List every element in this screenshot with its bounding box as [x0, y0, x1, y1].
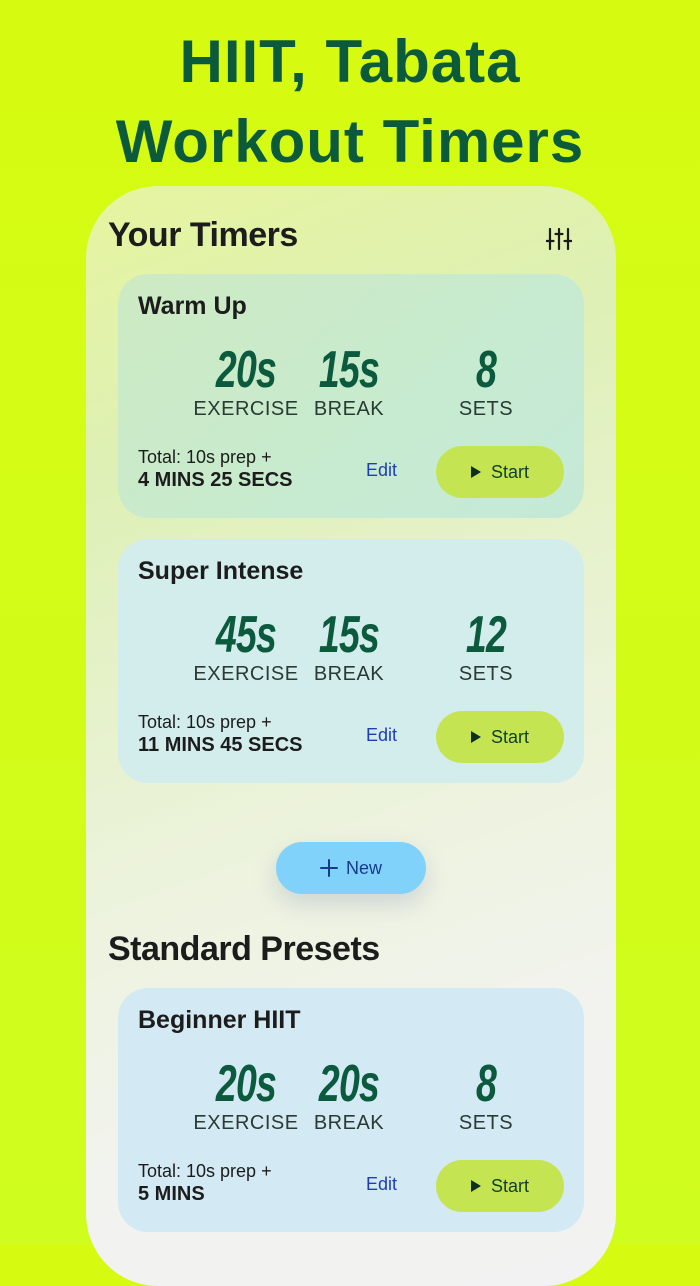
sets-stat: 8 SETS — [411, 1052, 561, 1135]
start-label: Start — [490, 1175, 529, 1196]
sliders-icon — [546, 227, 572, 251]
total-duration-value: 5 MINS — [138, 1183, 205, 1205]
timer-card-warm-up: Warm Up 20s EXERCISE 15s BREAK 8 SETS To… — [118, 274, 584, 518]
total-duration-value: 11 MINS 45 SECS — [138, 734, 303, 756]
edit-button[interactable]: Edit — [366, 725, 397, 746]
preset-card-title: Beginner HIIT — [138, 1006, 301, 1034]
total-duration: Total: 10s prep + 5 MINS — [138, 1160, 272, 1206]
new-timer-button[interactable]: New — [276, 842, 426, 894]
preset-card-beginner-hiit: Beginner HIIT 20s EXERCISE 20s BREAK 8 S… — [118, 988, 584, 1232]
total-prep-text: Total: 10s prep + — [138, 1161, 272, 1181]
play-icon — [470, 731, 481, 743]
phone-screen: Your Timers Warm Up 20s EXERCISE 15s BRE… — [86, 186, 616, 1286]
play-icon — [470, 466, 481, 478]
total-duration: Total: 10s prep + 4 MINS 25 SECS — [138, 446, 293, 492]
sets-value: 12 — [465, 606, 507, 664]
sets-value: 8 — [475, 341, 497, 399]
break-value: 15s — [318, 341, 380, 399]
break-stat: 15s BREAK — [274, 603, 424, 686]
edit-button[interactable]: Edit — [366, 1174, 397, 1195]
timer-card-title: Warm Up — [138, 292, 247, 320]
standard-presets-title: Standard Presets — [108, 930, 380, 968]
total-prep-text: Total: 10s prep + — [138, 712, 272, 732]
your-timers-title: Your Timers — [108, 216, 298, 254]
break-value: 20s — [318, 1055, 380, 1113]
sets-stat: 12 SETS — [411, 603, 561, 686]
sets-stat: 8 SETS — [411, 338, 561, 421]
timer-card-super-intense: Super Intense 45s EXERCISE 15s BREAK 12 … — [118, 539, 584, 783]
headline-line-1: HIIT, Tabata — [179, 28, 521, 95]
start-button[interactable]: Start — [436, 1160, 564, 1212]
timer-card-title: Super Intense — [138, 557, 304, 585]
total-duration-value: 4 MINS 25 SECS — [138, 469, 293, 491]
start-label: Start — [490, 726, 529, 747]
start-button[interactable]: Start — [436, 446, 564, 498]
break-value: 15s — [318, 606, 380, 664]
play-icon — [470, 1180, 481, 1192]
headline-line-2: Workout Timers — [115, 108, 585, 175]
filter-settings-button[interactable] — [542, 222, 576, 256]
new-label: New — [345, 857, 382, 878]
start-button[interactable]: Start — [436, 711, 564, 763]
plus-icon — [319, 859, 338, 877]
start-label: Start — [490, 461, 529, 482]
break-stat: 15s BREAK — [274, 338, 424, 421]
total-duration: Total: 10s prep + 11 MINS 45 SECS — [138, 711, 303, 757]
break-stat: 20s BREAK — [274, 1052, 424, 1135]
headline: HIIT, Tabata Workout Timers — [0, 22, 700, 182]
edit-button[interactable]: Edit — [366, 460, 397, 481]
sets-value: 8 — [475, 1055, 497, 1113]
total-prep-text: Total: 10s prep + — [138, 447, 272, 467]
